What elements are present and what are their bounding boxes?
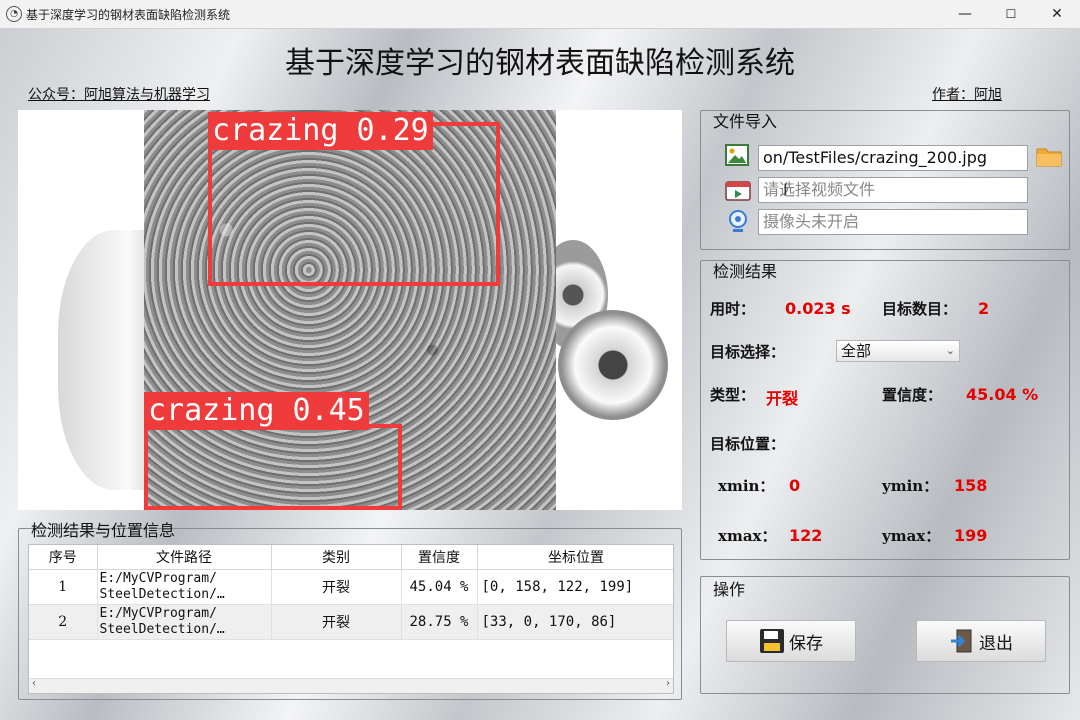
video-path-field[interactable]: 请选择视频文件Ⅰ xyxy=(758,177,1028,203)
xmin-value: 0 xyxy=(789,476,801,495)
type-value: 开裂 xyxy=(766,389,799,408)
cell-index: 2 xyxy=(29,604,98,640)
table-row[interactable]: 1 E:/MyCVProgram/SteelDetection/… 开裂 45.… xyxy=(29,569,673,605)
ymax-value: 199 xyxy=(954,526,988,545)
confidence-value: 45.04 % xyxy=(966,385,1039,404)
steel-coil-right-bottom xyxy=(558,310,668,420)
target-count-label: 目标数目： xyxy=(882,300,958,318)
table-row[interactable]: 2 E:/MyCVProgram/SteelDetection/… 开裂 28.… xyxy=(29,604,673,640)
detection-image-panel: crazing 0.29 crazing 0.45 xyxy=(18,110,682,510)
camera-status-field[interactable]: 摄像头未开启 xyxy=(758,209,1028,235)
save-button-label: 保存 xyxy=(789,633,823,654)
cell-confidence: 45.04 % xyxy=(401,569,478,605)
cell-class: 开裂 xyxy=(271,604,402,640)
header-path[interactable]: 文件路径 xyxy=(97,545,272,570)
results-group-title: 检测结果 xyxy=(713,262,778,281)
confidence-label: 置信度： xyxy=(882,386,943,404)
scroll-left-icon[interactable]: ‹ xyxy=(32,678,36,689)
results-table: 序号 文件路径 类别 置信度 坐标位置 1 E:/MyCVProgram/Ste… xyxy=(29,545,673,640)
operations-group-title: 操作 xyxy=(713,580,746,599)
ymax-label: ymax： xyxy=(882,527,941,545)
window-titlebar: ◔ 基于深度学习的钢材表面缺陷检测系统 — ☐ ✕ xyxy=(0,0,1080,29)
cell-path: E:/MyCVProgram/SteelDetection/… xyxy=(97,604,272,640)
target-position-label: 目标位置： xyxy=(710,435,786,453)
xmax-value: 122 xyxy=(789,526,823,545)
target-count-value: 2 xyxy=(978,299,990,318)
header-index[interactable]: 序号 xyxy=(29,545,98,570)
xmin-label: xmin： xyxy=(718,477,775,495)
save-button[interactable]: 保存 xyxy=(726,620,856,662)
ymin-label: ymin： xyxy=(882,477,939,495)
table-horizontal-scrollbar[interactable]: ‹ › xyxy=(29,678,673,693)
header-coords[interactable]: 坐标位置 xyxy=(477,545,673,570)
cell-path: E:/MyCVProgram/SteelDetection/… xyxy=(97,569,272,605)
detection-box-2 xyxy=(144,424,402,510)
time-label: 用时： xyxy=(710,300,756,318)
detection-label-1: crazing 0.29 xyxy=(208,112,433,150)
detection-label-2: crazing 0.45 xyxy=(144,392,369,430)
maximize-button[interactable]: ☐ xyxy=(988,0,1034,28)
target-select-label: 目标选择： xyxy=(710,343,786,361)
results-table-panel: 序号 文件路径 类别 置信度 坐标位置 1 E:/MyCVProgram/Ste… xyxy=(28,544,674,694)
ymin-value: 158 xyxy=(954,476,988,495)
type-label: 类型： xyxy=(710,386,756,404)
author-note: 作者：阿旭 xyxy=(932,87,1002,103)
time-value: 0.023 s xyxy=(785,299,851,318)
wechat-account-note: 公众号：阿旭算法与机器学习 xyxy=(28,87,210,103)
cell-confidence: 28.75 % xyxy=(401,604,478,640)
image-icon[interactable] xyxy=(725,144,749,166)
scroll-right-icon[interactable]: › xyxy=(666,678,670,689)
video-icon[interactable] xyxy=(725,178,751,202)
header-class[interactable]: 类别 xyxy=(271,545,402,570)
cell-coords: [33, 0, 170, 86] xyxy=(477,604,673,640)
app-icon: ◔ xyxy=(6,6,22,22)
close-button[interactable]: ✕ xyxy=(1034,0,1080,28)
minimize-button[interactable]: — xyxy=(942,0,988,28)
cell-index: 1 xyxy=(29,569,98,605)
window-title: 基于深度学习的钢材表面缺陷检测系统 xyxy=(26,8,231,22)
camera-icon[interactable] xyxy=(728,210,748,234)
exit-button[interactable]: 退出 xyxy=(916,620,1046,662)
exit-icon xyxy=(951,629,972,653)
file-import-title: 文件导入 xyxy=(713,112,778,131)
xmax-label: xmax： xyxy=(718,527,777,545)
exit-button-label: 退出 xyxy=(979,633,1013,654)
image-path-field[interactable]: on/TestFiles/crazing_200.jpg xyxy=(758,145,1028,171)
app-title: 基于深度学习的钢材表面缺陷检测系统 xyxy=(285,46,795,81)
cell-class: 开裂 xyxy=(271,569,402,605)
cell-coords: [0, 158, 122, 199] xyxy=(477,569,673,605)
header-confidence[interactable]: 置信度 xyxy=(401,545,478,570)
save-icon xyxy=(760,629,784,653)
target-select-dropdown[interactable]: 全部 ⌄ xyxy=(836,340,960,362)
folder-icon[interactable] xyxy=(1036,144,1062,168)
chevron-down-icon: ⌄ xyxy=(945,344,955,357)
table-group-title: 检测结果与位置信息 xyxy=(31,521,176,540)
